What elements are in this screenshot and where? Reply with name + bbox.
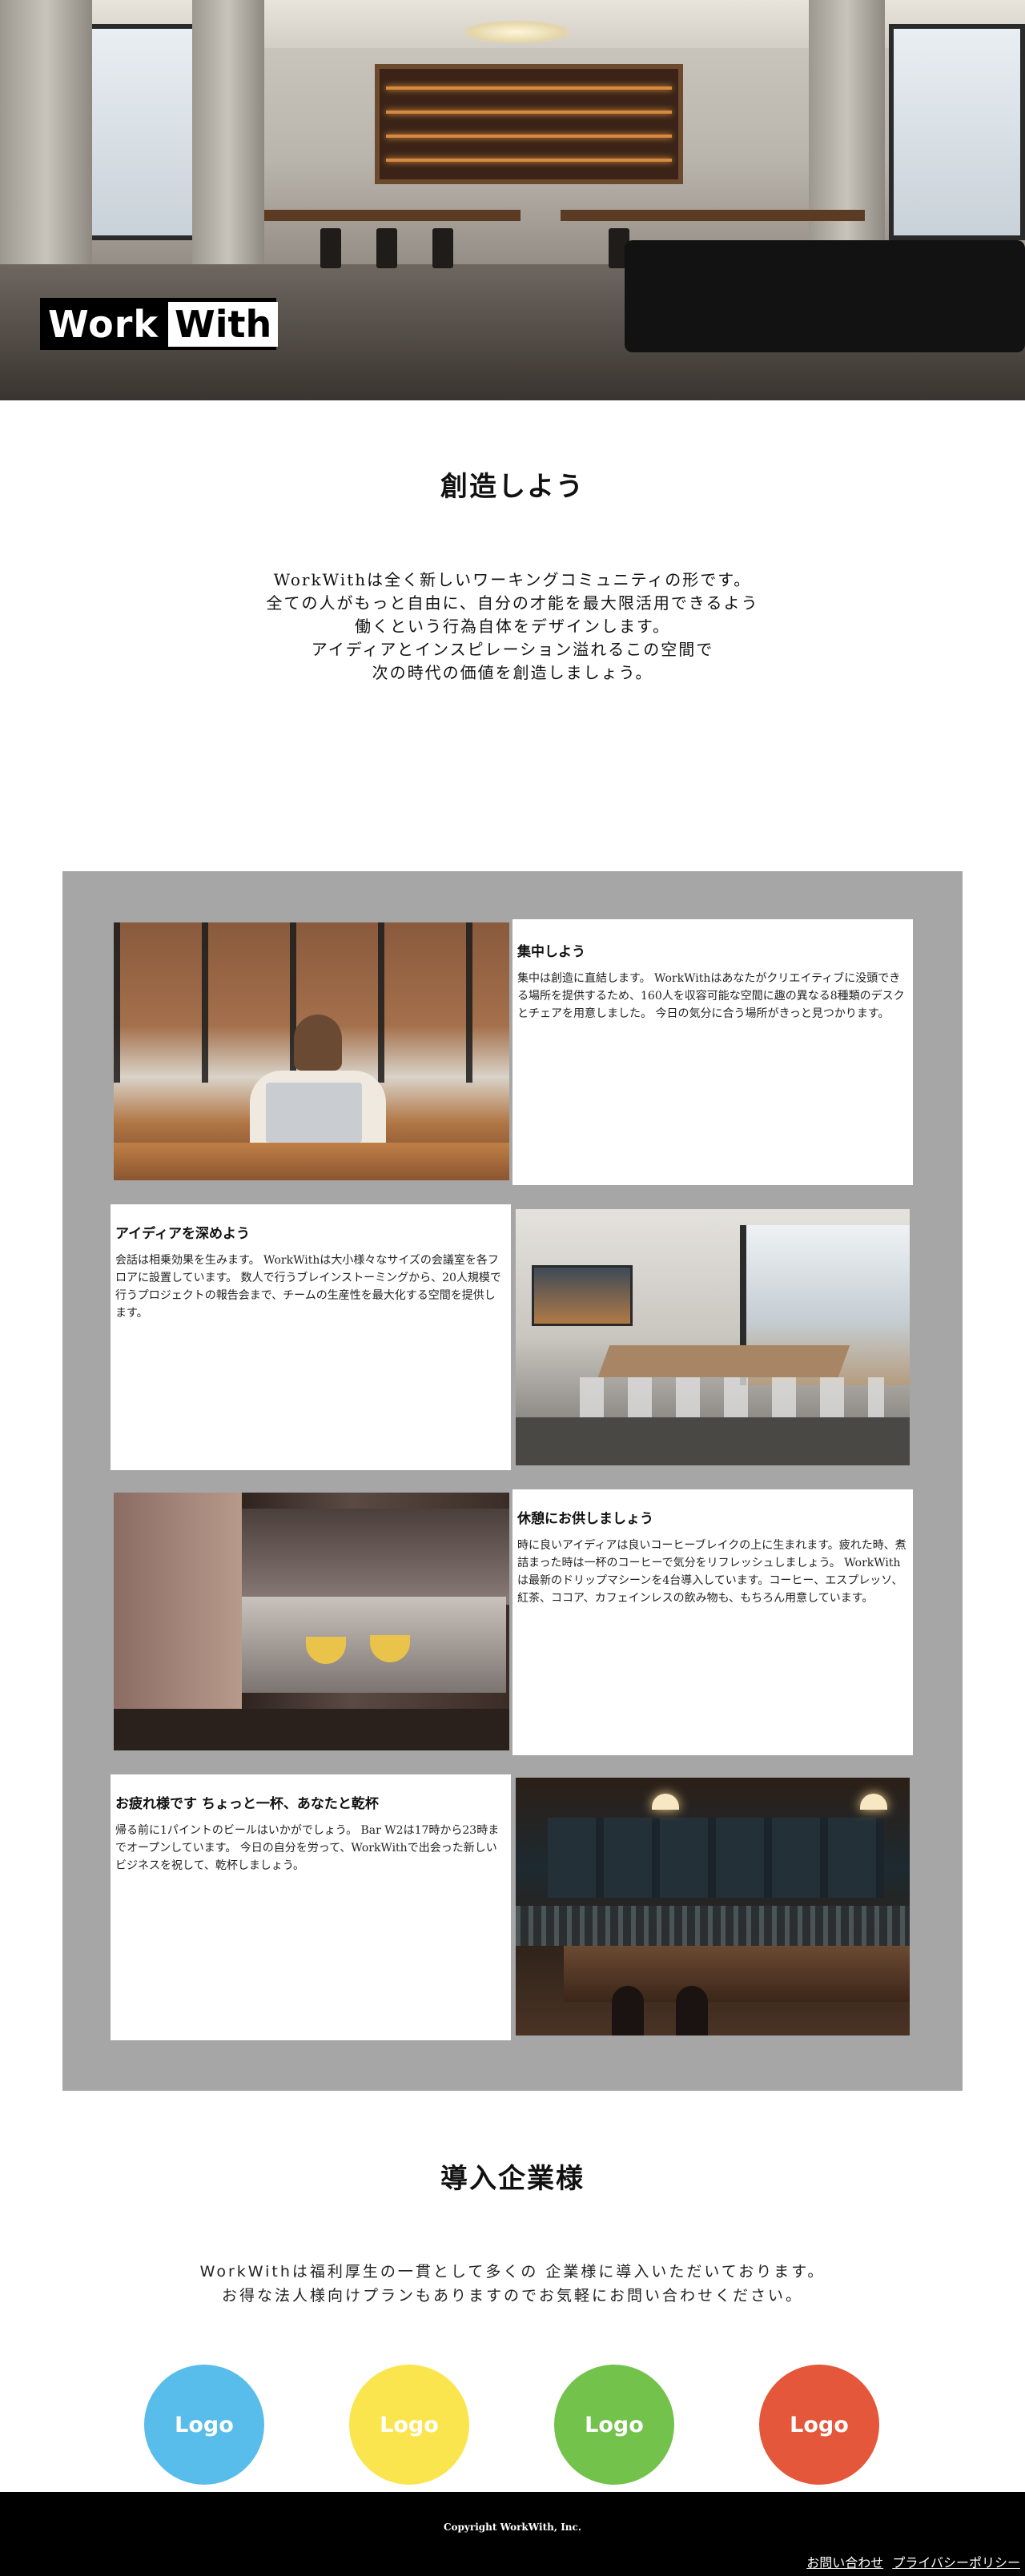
hero-chandelier	[460, 20, 573, 44]
intro-line: 働くという行為自体をデザインします。	[355, 617, 670, 636]
contact-link[interactable]: お問い合わせ	[806, 2555, 883, 2570]
feature-body: 帰る前に1パイントのビールはいかがでしょう。 Bar W2は17時から23時まで…	[115, 1824, 500, 1872]
photo-bar	[516, 1778, 910, 2035]
intro-line: 次の時代の価値を創造しましょう。	[372, 663, 653, 682]
feature-body: 時に良いアイディアは良いコーヒーブレイクの上に生まれます。疲れた時、煮詰まった時…	[517, 1539, 906, 1605]
hero-table	[264, 210, 521, 221]
feature-title: 休憩にお供しましょう	[517, 1511, 653, 1527]
clients-line: WorkWithは福利厚生の一貫として多くの 企業様に導入いただいております。	[199, 2263, 826, 2281]
hero-window-right	[889, 24, 1025, 240]
hero-table	[561, 210, 865, 221]
feature-card-focus: 集中しよう 集中は創造に直結します。 WorkWithはあなたがクリエイティブに…	[512, 919, 913, 1185]
photo-espresso-machine	[114, 1493, 509, 1750]
photo-meeting-room	[516, 1209, 910, 1465]
features-panel: 集中しよう 集中は創造に直結します。 WorkWithはあなたがクリエイティブに…	[62, 871, 963, 2091]
client-logo-blue[interactable]: Logo	[144, 2365, 264, 2485]
clients-title: 導入企業様	[440, 2163, 585, 2195]
intro-text: WorkWithは全く新しいワーキングコミュニティの形です。 全ての人がもっと自…	[192, 569, 833, 685]
site-footer: Copyright WorkWith, Inc. お問い合わせ プライバシーポリ…	[0, 2492, 1025, 2576]
client-logo-green[interactable]: Logo	[554, 2365, 674, 2485]
feature-card-bar: お疲れ様です ちょっと一杯、あなたと乾杯 帰る前に1パイントのビールはいかがでし…	[111, 1774, 511, 2040]
feature-body: 会話は相乗効果を生みます。 WorkWithは大小様々なサイズの会議室を各フロア…	[115, 1254, 501, 1320]
hero-chair	[376, 228, 397, 268]
privacy-policy-link[interactable]: プライバシーポリシー	[892, 2555, 1020, 2570]
intro-line: アイディアとインスピレーション溢れるこの空間で	[311, 640, 714, 659]
hero-bookshelf	[375, 64, 683, 184]
hero-chair	[432, 228, 453, 268]
clients-text: WorkWithは福利厚生の一貫として多くの 企業様に導入いただいております。 …	[0, 2260, 1025, 2308]
client-logo-red[interactable]: Logo	[759, 2365, 879, 2485]
feature-card-ideas: アイディアを深めよう 会話は相乗効果を生みます。 WorkWithは大小様々なサ…	[111, 1204, 511, 1470]
footer-links: お問い合わせ プライバシーポリシー	[802, 2552, 1020, 2571]
logo-text-with: With	[167, 301, 279, 347]
intro-line: WorkWithは全く新しいワーキングコミュニティの形です。	[273, 570, 752, 589]
intro-line: 全ての人がもっと自由に、自分の才能を最大限活用できるよう	[266, 593, 759, 613]
hero-chair	[320, 228, 341, 268]
hero-image: Work With	[0, 0, 1025, 400]
feature-body: 集中は創造に直結します。 WorkWithはあなたがクリエイティブに没頭できる場…	[517, 972, 905, 1020]
feature-title: お疲れ様です ちょっと一杯、あなたと乾杯	[115, 1796, 379, 1812]
clients-line: お得な法人様向けプランもありますのでお気軽にお問い合わせください。	[221, 2287, 803, 2305]
hero-sofa	[625, 240, 1025, 352]
feature-card-coffee: 休憩にお供しましょう 時に良いアイディアは良いコーヒーブレイクの上に生まれます。…	[512, 1489, 913, 1755]
client-logo-yellow[interactable]: Logo	[349, 2365, 469, 2485]
photo-woman-laptop	[114, 922, 509, 1180]
feature-title: 集中しよう	[517, 944, 585, 960]
copyright-text: Copyright WorkWith, Inc.	[443, 2522, 582, 2533]
intro-title: 創造しよう	[440, 471, 585, 503]
site-logo[interactable]: Work With	[40, 298, 279, 350]
feature-title: アイディアを深めよう	[115, 1226, 250, 1242]
logo-text-work: Work	[48, 302, 159, 346]
